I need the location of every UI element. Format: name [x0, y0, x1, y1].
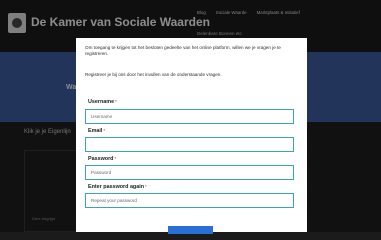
password-field[interactable] — [85, 165, 294, 180]
password-label: Password* — [88, 156, 116, 162]
register-button[interactable] — [168, 226, 213, 234]
repeat-password-field[interactable] — [85, 193, 294, 208]
required-marker: * — [114, 156, 117, 161]
modal-instruction-text: Registreer je bij ons door het invullen … — [85, 72, 222, 77]
username-field[interactable] — [85, 109, 294, 124]
email-field[interactable] — [85, 137, 294, 152]
registration-modal: Om toegang te krijgen tot het besloten g… — [76, 38, 307, 234]
required-marker: * — [145, 184, 147, 189]
username-label: Username* — [88, 99, 117, 105]
repeat-password-label: Enter password again* — [88, 184, 147, 190]
modal-intro-text: Om toegang te krijgen tot het besloten g… — [85, 45, 281, 57]
email-label-text: Email — [88, 128, 103, 134]
required-marker: * — [103, 128, 106, 133]
password-label-text: Password — [88, 156, 114, 162]
email-label: Email* — [88, 128, 105, 134]
required-marker: * — [115, 99, 117, 104]
username-label-text: Username — [88, 99, 115, 105]
repeat-password-label-text: Enter password again — [88, 184, 145, 190]
